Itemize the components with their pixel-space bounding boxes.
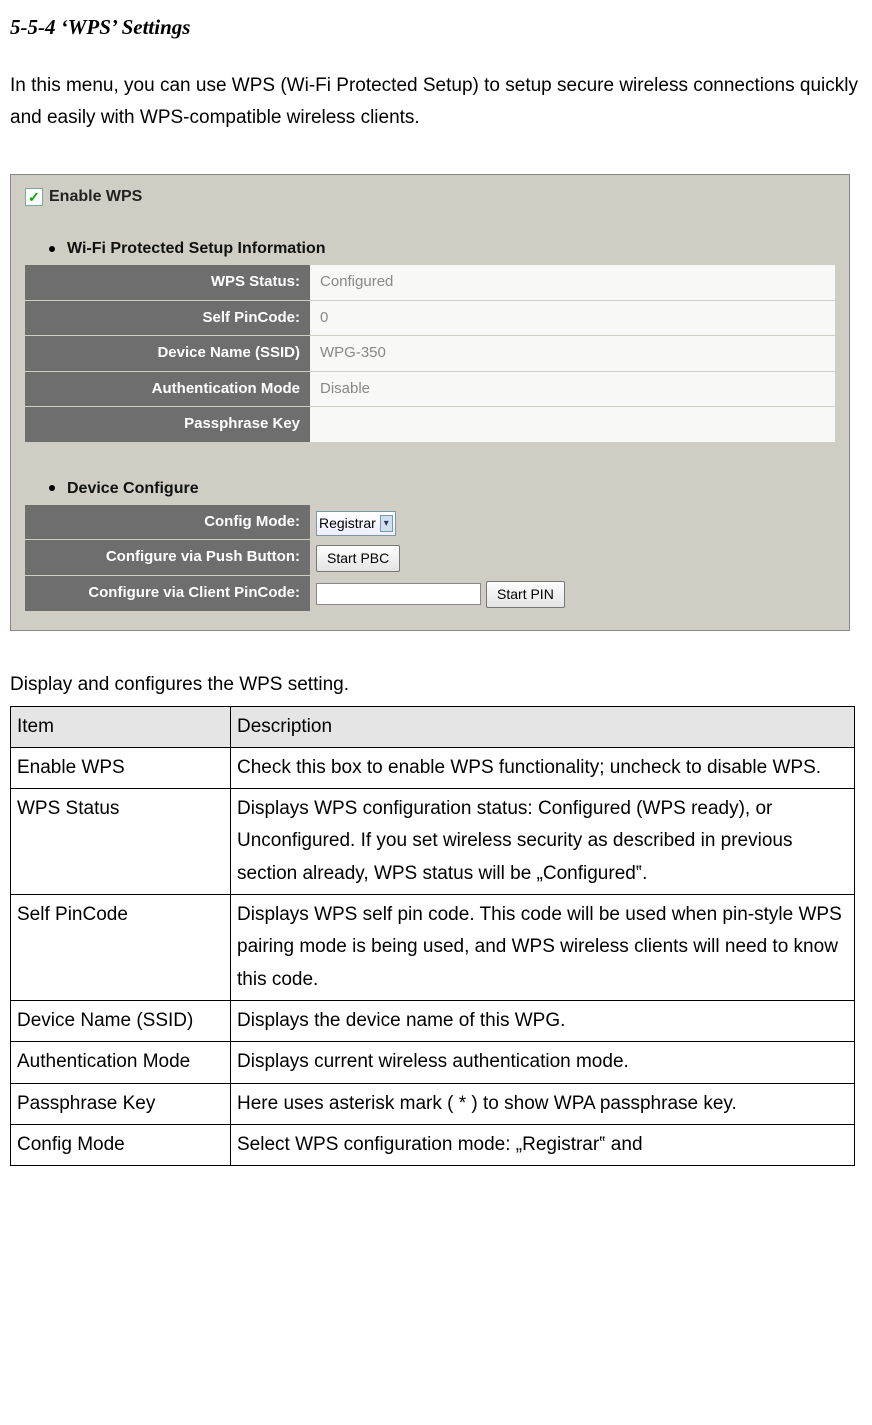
desc-cell: Displays WPS configuration status: Confi…: [231, 789, 855, 895]
wps-panel: ✓ Enable WPS Wi-Fi Protected Setup Infor…: [10, 174, 850, 631]
enable-wps-label: Enable WPS: [49, 185, 142, 209]
table-row: Device Name (SSID)WPG-350: [25, 336, 835, 372]
item-cell: Config Mode: [11, 1124, 231, 1165]
table-row: Self PinCodeDisplays WPS self pin code. …: [11, 895, 855, 1001]
client-pincode-input[interactable]: [316, 583, 481, 605]
row-value: 0: [310, 300, 835, 336]
push-button-label: Configure via Push Button:: [25, 540, 310, 576]
group1-header: Wi-Fi Protected Setup Information: [67, 240, 326, 257]
info-table-1: WPS Status:Configured Self PinCode:0 Dev…: [25, 265, 835, 443]
row-value: Configured: [310, 265, 835, 300]
chevron-down-icon: ▾: [380, 515, 393, 532]
description-table: Item Description Enable WPSCheck this bo…: [10, 706, 855, 1167]
desc-cell: Check this box to enable WPS functionali…: [231, 747, 855, 788]
table-row: Authentication ModeDisable: [25, 371, 835, 407]
table-row: Configure via Client PinCode: Start PIN: [25, 576, 835, 612]
config-mode-value: Registrar: [319, 513, 376, 534]
table-row: Config ModeSelect WPS configuration mode…: [11, 1124, 855, 1165]
table-row: WPS Status:Configured: [25, 265, 835, 300]
description-caption: Display and configures the WPS setting.: [10, 671, 862, 700]
table-row: Enable WPSCheck this box to enable WPS f…: [11, 747, 855, 788]
enable-wps-checkbox[interactable]: ✓: [25, 188, 43, 206]
item-cell: Device Name (SSID): [11, 1000, 231, 1041]
row-value: Disable: [310, 371, 835, 407]
item-cell: Authentication Mode: [11, 1042, 231, 1083]
row-label: Passphrase Key: [25, 407, 310, 443]
group2-header: Device Configure: [67, 480, 199, 497]
row-label: WPS Status:: [25, 265, 310, 300]
row-value: [310, 407, 835, 443]
section-title: 5-5-4 ‘WPS’ Settings: [10, 12, 862, 44]
bullet-icon: [49, 485, 55, 491]
client-pincode-label: Configure via Client PinCode:: [25, 576, 310, 612]
item-cell: Enable WPS: [11, 747, 231, 788]
table-row: Self PinCode:0: [25, 300, 835, 336]
row-label: Authentication Mode: [25, 371, 310, 407]
start-pin-button[interactable]: Start PIN: [486, 581, 565, 608]
item-cell: WPS Status: [11, 789, 231, 895]
config-mode-select[interactable]: Registrar ▾: [316, 511, 396, 536]
row-label: Self PinCode:: [25, 300, 310, 336]
desc-cell: Select WPS configuration mode: „Registra…: [231, 1124, 855, 1165]
desc-cell: Displays WPS self pin code. This code wi…: [231, 895, 855, 1001]
row-value: WPG-350: [310, 336, 835, 372]
table-row: Passphrase Key: [25, 407, 835, 443]
item-cell: Self PinCode: [11, 895, 231, 1001]
config-mode-label: Config Mode:: [25, 505, 310, 540]
table-row: WPS StatusDisplays WPS configuration sta…: [11, 789, 855, 895]
desc-cell: Here uses asterisk mark ( * ) to show WP…: [231, 1083, 855, 1124]
table-row: Passphrase KeyHere uses asterisk mark ( …: [11, 1083, 855, 1124]
row-label: Device Name (SSID): [25, 336, 310, 372]
start-pbc-button[interactable]: Start PBC: [316, 545, 400, 572]
intro-paragraph: In this menu, you can use WPS (Wi-Fi Pro…: [10, 70, 862, 135]
desc-cell: Displays current wireless authentication…: [231, 1042, 855, 1083]
table-row: Configure via Push Button: Start PBC: [25, 540, 835, 576]
device-configure-table: Config Mode: Registrar ▾ Configure via P…: [25, 505, 835, 613]
item-cell: Passphrase Key: [11, 1083, 231, 1124]
table-row: Config Mode: Registrar ▾: [25, 505, 835, 540]
desc-cell: Displays the device name of this WPG.: [231, 1000, 855, 1041]
table-row: Device Name (SSID)Displays the device na…: [11, 1000, 855, 1041]
table-row: Authentication ModeDisplays current wire…: [11, 1042, 855, 1083]
bullet-icon: [49, 246, 55, 252]
header-item: Item: [11, 706, 231, 747]
header-description: Description: [231, 706, 855, 747]
